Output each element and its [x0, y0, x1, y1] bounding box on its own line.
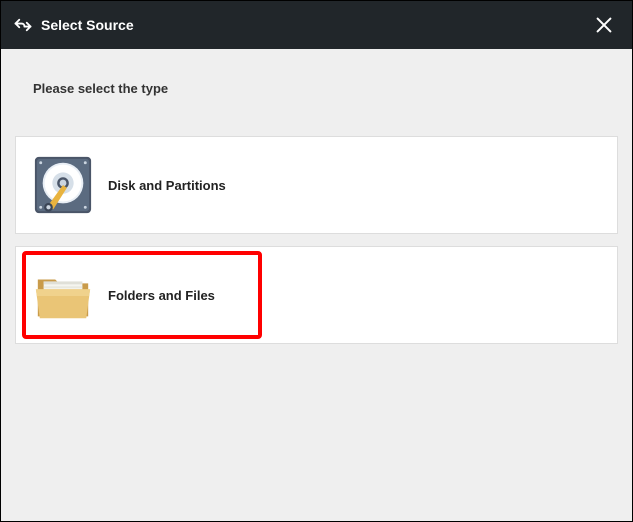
close-icon	[593, 14, 615, 36]
dialog-content: Please select the type	[1, 49, 632, 521]
option-folders-label: Folders and Files	[108, 288, 215, 303]
option-disk-partitions[interactable]: Disk and Partitions	[15, 136, 618, 234]
prompt-text: Please select the type	[33, 81, 618, 96]
folder-icon	[32, 264, 94, 326]
option-folders-files[interactable]: Folders and Files	[15, 246, 618, 344]
disk-icon	[32, 154, 94, 216]
titlebar: Select Source	[1, 1, 632, 49]
option-disk-label: Disk and Partitions	[108, 178, 226, 193]
app-icon	[13, 15, 33, 35]
dialog-title: Select Source	[41, 17, 588, 33]
close-button[interactable]	[588, 9, 620, 41]
dialog-window: Select Source Please select the type	[1, 1, 632, 521]
